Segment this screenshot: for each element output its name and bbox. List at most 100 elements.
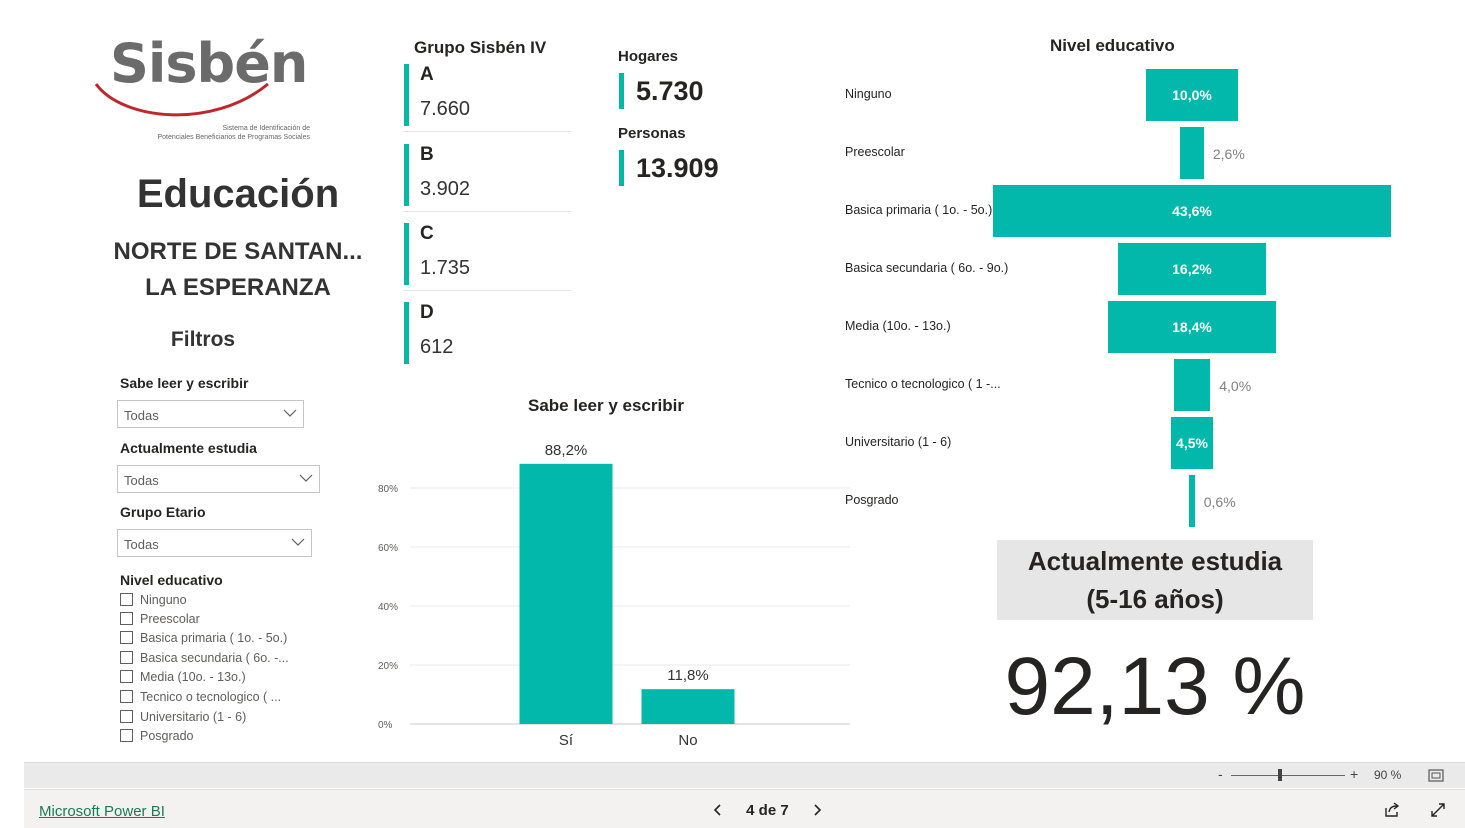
checkbox-icon[interactable] [120, 729, 133, 742]
bar-si[interactable] [519, 463, 613, 724]
funnel-bar[interactable] [1180, 127, 1204, 179]
funnel-value-label: 10,0% [1172, 87, 1212, 103]
checkbox-icon[interactable] [120, 670, 133, 683]
power-bi-link[interactable]: Microsoft Power BI [39, 803, 165, 820]
logo-word: Sisbén [110, 32, 308, 95]
page-indicator: 4 de 7 [746, 802, 789, 819]
hogares-value: 5.730 [636, 76, 704, 106]
nivel-option-tecnico[interactable]: Tecnico o tecnologico ( ... [120, 690, 281, 708]
hogares-label: Hogares [618, 48, 679, 65]
personas-label: Personas [618, 125, 686, 142]
grupo-card-b[interactable]: B 3.902 [403, 142, 571, 212]
nivel-option-ninguno[interactable]: Ninguno [120, 593, 187, 611]
nivel-option-primaria[interactable]: Basica primaria ( 1o. - 5o.) [120, 631, 287, 649]
grupo-etario-dropdown[interactable]: Todas [117, 529, 312, 557]
funnel-category-label: Posgrado [845, 493, 899, 507]
chevron-down-icon [291, 538, 305, 546]
funnel-title: Nivel educativo [1050, 36, 1175, 55]
sabe-leer-dropdown-value: Todas [124, 408, 159, 423]
funnel-bar[interactable] [1189, 475, 1195, 527]
zoom-in-button[interactable]: + [1350, 766, 1358, 782]
zoom-bar: - + 90 % [24, 762, 1465, 788]
grupo-letter: B [420, 144, 434, 165]
sabe-leer-filter-label: Sabe leer y escribir [120, 375, 249, 391]
funnel-category-label: Basica primaria ( 1o. - 5o.) [845, 203, 993, 217]
page-title: Educación [136, 172, 340, 216]
funnel-value-label: 0,6% [1203, 494, 1236, 510]
page-navigator: 4 de 7 [712, 802, 823, 819]
y-tick-label: 0% [378, 720, 393, 731]
fullscreen-icon[interactable] [1430, 802, 1446, 818]
grupo-value: 3.902 [420, 178, 471, 200]
sabe-leer-dropdown[interactable]: Todas [117, 400, 304, 428]
funnel-category-label: Preescolar [845, 145, 905, 159]
funnel-category-label: Basica secundaria ( 6o. - 9o.) [845, 261, 1009, 275]
bar-value-label: 11,8% [667, 667, 708, 684]
accent-bar [619, 150, 624, 186]
checkbox-icon[interactable] [120, 690, 133, 703]
zoom-slider-handle[interactable] [1278, 769, 1282, 781]
funnel-category-label: Tecnico o tecnologico ( 1 -... [845, 377, 1001, 391]
grupo-etario-filter-label: Grupo Etario [120, 504, 206, 520]
zoom-level: 90 % [1374, 768, 1402, 782]
funnel-category-label: Universitario (1 - 6) [845, 435, 952, 449]
grupo-card-d[interactable]: D 612 [403, 300, 571, 370]
estudia-filter-label: Actualmente estudia [120, 440, 257, 456]
funnel-category-label: Media (10o. - 13o.) [845, 319, 951, 333]
checkbox-icon[interactable] [120, 651, 133, 664]
zoom-out-button[interactable]: - [1218, 766, 1223, 782]
grupo-sisben-title: Grupo Sisbén IV [414, 38, 547, 57]
nivel-option-media[interactable]: Media (10o. - 13o.) [120, 670, 246, 688]
funnel-value-label: 2,6% [1212, 146, 1245, 162]
personas-value: 13.909 [636, 153, 719, 183]
x-category-label: No [678, 732, 697, 749]
fit-to-page-icon[interactable] [1428, 769, 1444, 782]
bar-no[interactable] [641, 689, 735, 724]
accent-bar [404, 223, 409, 285]
y-tick-label: 40% [378, 602, 398, 613]
y-tick-label: 80% [378, 484, 398, 495]
nivel-option-universitario[interactable]: Universitario (1 - 6) [120, 710, 246, 728]
estudia-title-line1: Actualmente estudia [1027, 546, 1283, 576]
funnel-value-label: 18,4% [1172, 319, 1212, 335]
checkbox-icon[interactable] [120, 612, 133, 625]
funnel-value-label: 4,0% [1219, 378, 1252, 394]
chart-title: Sabe leer y escribir [528, 396, 684, 415]
grupo-letter: D [420, 302, 434, 323]
y-tick-label: 60% [378, 543, 398, 554]
grupo-letter: A [420, 64, 434, 85]
funnel-value-label: 43,6% [1172, 203, 1212, 219]
chevron-down-icon [283, 409, 297, 417]
grupo-value: 7.660 [420, 98, 471, 120]
previous-page-icon[interactable] [712, 803, 724, 817]
funnel-bar[interactable] [1173, 359, 1211, 411]
estudia-percentage: 92,13 % [1004, 641, 1306, 732]
nivel-option-secundaria[interactable]: Basica secundaria ( 6o. -... [120, 651, 289, 669]
nivel-option-preescolar[interactable]: Preescolar [120, 612, 200, 630]
funnel-category-label: Ninguno [845, 87, 892, 101]
funnel-value-label: 16,2% [1172, 261, 1212, 277]
grupo-card-c[interactable]: C 1.735 [403, 221, 571, 291]
checkbox-icon[interactable] [120, 631, 133, 644]
chevron-down-icon [299, 474, 313, 482]
checkbox-icon[interactable] [120, 710, 133, 723]
share-icon[interactable] [1384, 802, 1400, 818]
grupo-value: 612 [420, 336, 454, 358]
nivel-option-posgrado[interactable]: Posgrado [120, 729, 194, 747]
department-name: NORTE DE SANTAN... [113, 238, 363, 265]
estudia-dropdown-value: Todas [124, 473, 159, 488]
sabe-leer-chart[interactable]: 0% 20% 40% 60% 80% 88,2% Sí 11,8% No [370, 430, 860, 755]
y-tick-label: 20% [378, 661, 398, 672]
checkbox-icon[interactable] [120, 593, 133, 606]
next-page-icon[interactable] [811, 803, 823, 817]
grupo-card-a[interactable]: A 7.660 [403, 62, 571, 132]
estudia-dropdown[interactable]: Todas [117, 465, 320, 493]
nivel-filter-label: Nivel educativo [120, 572, 223, 588]
logo-subtitle: Sistema de Identificación de Potenciales… [157, 125, 310, 141]
accent-bar [619, 73, 624, 109]
funnel-value-label: 4,5% [1176, 435, 1208, 451]
filters-heading: Filtros [170, 328, 236, 351]
municipality-name: LA ESPERANZA [145, 274, 331, 301]
grupo-letter: C [420, 223, 434, 244]
zoom-slider-track[interactable] [1231, 775, 1345, 776]
